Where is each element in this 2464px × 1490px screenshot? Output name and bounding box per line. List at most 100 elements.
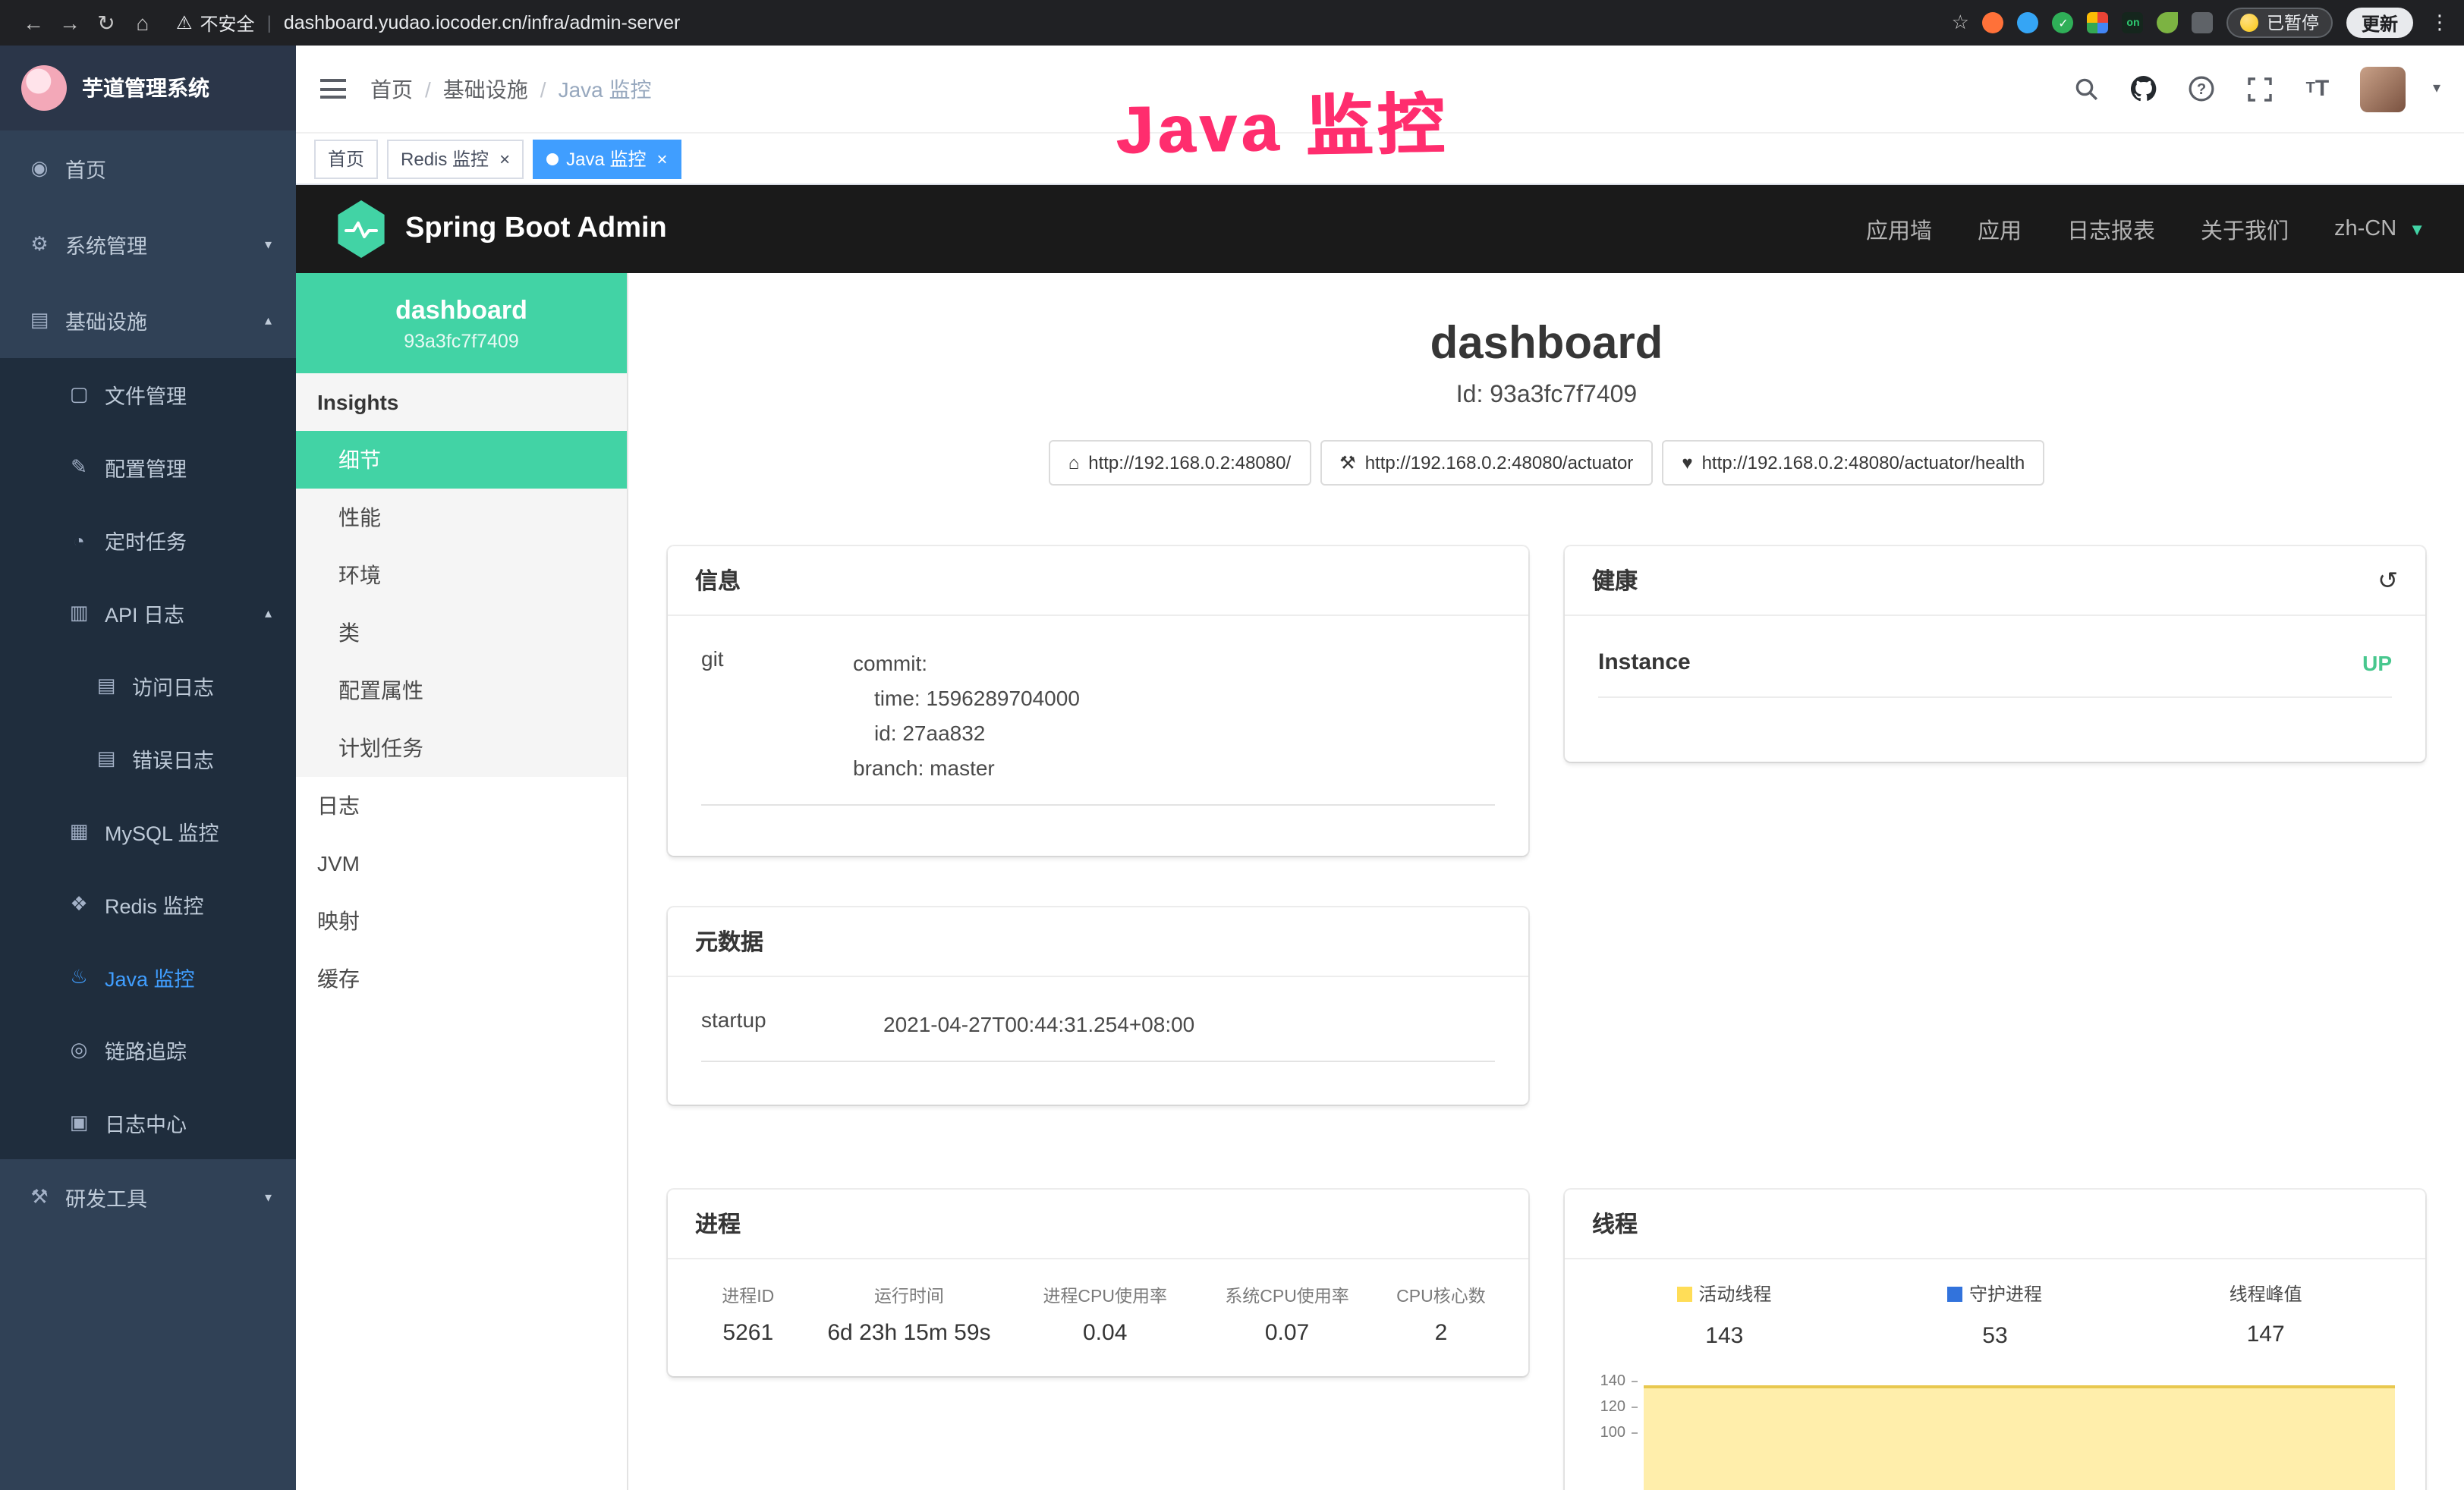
process-col-cores: CPU核心数 2 [1378,1275,1504,1355]
sidebar-item-error-log[interactable]: ▤ 错误日志 [0,722,296,795]
sba-nav-journal[interactable]: 日志报表 [2067,213,2155,245]
sba-sidebar-item-scheduled-tasks[interactable]: 计划任务 [296,719,627,777]
sba-body: dashboard 93a3fc7f7409 Insights 细节 性能 环境… [296,273,2464,1490]
close-icon[interactable]: × [656,148,667,169]
y-tick: 120 [1589,1398,1638,1424]
sidebar-item-redis[interactable]: ❖ Redis 监控 [0,868,296,941]
col-header: 运行时间 [804,1275,1015,1314]
close-icon[interactable]: × [499,148,510,169]
sidebar-item-file[interactable]: ▢ 文件管理 [0,358,296,431]
status-badge: UP [2362,650,2392,674]
col-value: 6d 23h 15m 59s [804,1314,1015,1355]
sidebar-item-api-log[interactable]: ▥ API 日志 ▴ [0,577,296,649]
sidebar-item-infra[interactable]: ▤ 基础设施 ▴ [0,282,296,358]
bookmark-star-icon[interactable]: ☆ [1952,11,1969,35]
paused-badge[interactable]: 已暂停 [2227,8,2333,38]
sba-sidebar-item-caches[interactable]: 缓存 [296,950,627,1007]
sba-sidebar-item-environment[interactable]: 环境 [296,546,627,604]
url-text[interactable]: dashboard.yudao.iocoder.cn/infra/admin-s… [284,12,681,33]
sba-nav-applications[interactable]: 应用 [1978,213,2022,245]
sba-sidebar-item-config-props[interactable]: 配置属性 [296,662,627,719]
tab-label: Redis 监控 [401,146,489,171]
info-row-git: git commit: time: 1596289704000 id: 27aa… [701,646,1495,806]
cards-grid: 信息 git commit: time: 1596289704000 id: 2… [668,546,2425,1490]
browser-menu-icon[interactable]: ⋮ [2430,11,2450,35]
card-title: 进程 [668,1190,1528,1259]
legend-peak-threads[interactable]: 线程峰值 147 [2130,1281,2401,1348]
process-col-cpu: 进程CPU使用率 0.04 [1014,1275,1196,1355]
history-icon[interactable]: ↺ [2377,565,2398,596]
sba-nav-wallboard[interactable]: 应用墙 [1866,213,1932,245]
y-tick: 100 [1589,1424,1638,1450]
font-size-icon[interactable]: TT [2302,74,2333,104]
process-col-pid: 进程ID 5261 [692,1275,804,1355]
sidebar-item-log-center[interactable]: ▣ 日志中心 [0,1086,296,1159]
breadcrumb-infra[interactable]: 基础设施 [443,74,559,104]
sba-nav-about[interactable]: 关于我们 [2201,213,2289,245]
extension-icon[interactable] [1983,12,2004,33]
extension-icon[interactable] [2157,12,2179,33]
fullscreen-icon[interactable] [2245,74,2275,104]
tab-home[interactable]: 首页 [314,139,378,178]
tab-redis-monitor[interactable]: Redis 监控 × [387,139,524,178]
sidebar-item-dev-tools[interactable]: ⚒ 研发工具 ▾ [0,1159,296,1235]
app-logo[interactable]: 芋道管理系统 [0,46,296,130]
reload-icon[interactable]: ↻ [88,10,124,36]
sidebar-item-system[interactable]: ⚙ 系统管理 ▾ [0,206,296,282]
sba-logo-icon[interactable] [335,200,387,258]
extension-icon[interactable]: ✓ [2053,12,2074,33]
log-center-icon: ▣ [67,1111,91,1135]
sba-sidebar-item-logs[interactable]: 日志 [296,777,627,835]
card-title: 健康 [1592,564,1638,596]
app-sidebar: 芋道管理系统 ◉ 首页 ⚙ 系统管理 ▾ ▤ 基础设施 ▴ ▢ 文件管理 ✎ 配… [0,46,296,1490]
extension-icon[interactable]: on [2123,12,2144,33]
sidebar-item-home[interactable]: ◉ 首页 [0,130,296,206]
sba-sidebar-item-mappings[interactable]: 映射 [296,892,627,950]
sba-brand-title[interactable]: Spring Boot Admin [405,212,667,246]
address-bar[interactable]: ⚠ 不安全 | dashboard.yudao.iocoder.cn/infra… [176,10,1952,36]
edit-icon: ✎ [67,455,91,479]
sidebar-item-mysql[interactable]: ▦ MySQL 监控 [0,795,296,868]
extension-icon[interactable] [2088,12,2109,33]
back-icon[interactable]: ← [15,11,52,35]
legend-live-threads[interactable]: 活动线程 143 [1589,1281,1860,1348]
sba-sidebar-item-details[interactable]: 细节 [296,431,627,489]
breadcrumb-home[interactable]: 首页 [370,74,443,104]
sidebar-item-label: 系统管理 [65,229,147,259]
caret-down-icon[interactable]: ▾ [2433,80,2440,97]
security-label[interactable]: 不安全 [200,10,255,36]
legend-label: 活动线程 [1677,1281,1771,1306]
search-icon[interactable] [2072,74,2102,104]
gear-icon: ⚙ [27,232,52,256]
sidebar-item-java-monitor[interactable]: ♨ Java 监控 [0,941,296,1014]
legend-daemon-threads[interactable]: 守护进程 53 [1860,1281,2131,1348]
tab-java-monitor[interactable]: Java 监控 × [533,139,681,178]
sidebar-item-trace[interactable]: ◎ 链路追踪 [0,1014,296,1086]
health-url-button[interactable]: ♥ http://192.168.0.2:48080/actuator/heal… [1662,440,2044,486]
wrench-icon: ⚒ [1339,452,1356,473]
user-avatar[interactable] [2360,66,2406,112]
sba-sidebar-item-metrics[interactable]: 性能 [296,489,627,546]
actuator-url-button[interactable]: ⚒ http://192.168.0.2:48080/actuator [1320,440,1653,486]
forward-icon[interactable]: → [52,11,88,35]
legend-swatch [1677,1286,1692,1301]
col-header: 进程ID [692,1275,804,1314]
hamburger-icon[interactable] [320,79,346,99]
sidebar-item-cron[interactable]: ◔ 定时任务 [0,504,296,577]
extension-icon[interactable] [2018,12,2039,33]
instance-header[interactable]: dashboard 93a3fc7f7409 [296,273,627,373]
sidebar-item-config[interactable]: ✎ 配置管理 [0,431,296,504]
col-header: CPU核心数 [1378,1275,1504,1314]
sidebar-item-access-log[interactable]: ▤ 访问日志 [0,649,296,722]
sba-locale-select[interactable]: zh-CN ▼ [2334,217,2425,241]
extensions-puzzle-icon[interactable] [2192,12,2214,33]
help-icon[interactable]: ? [2187,74,2217,104]
github-icon[interactable] [2129,74,2160,104]
update-button[interactable]: 更新 [2346,8,2413,38]
sba-sidebar-item-classes[interactable]: 类 [296,604,627,662]
sba-sidebar-item-jvm[interactable]: JVM [296,835,627,892]
home-icon[interactable]: ⌂ [124,11,161,35]
metadata-row-value: 2021-04-27T00:44:31.254+08:00 [883,1007,1495,1042]
instance-url-button[interactable]: ⌂ http://192.168.0.2:48080/ [1049,440,1311,486]
svg-text:?: ? [2198,81,2207,98]
